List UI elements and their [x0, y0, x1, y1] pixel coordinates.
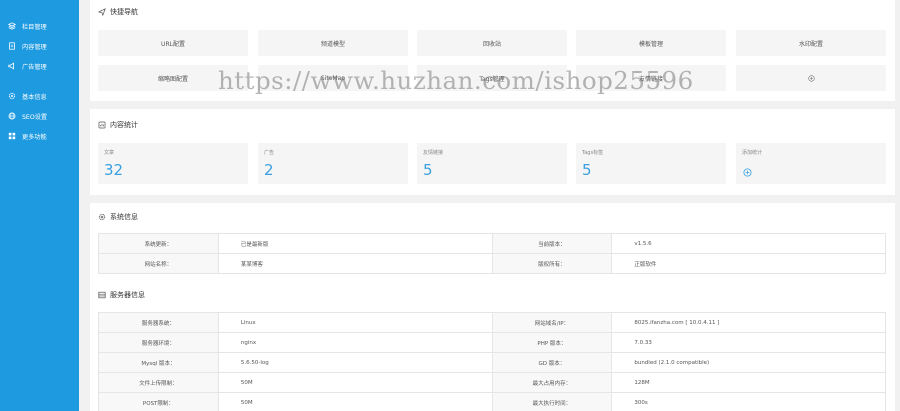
stat-label: 文章	[104, 150, 115, 156]
stat-value: 2	[264, 161, 274, 179]
stat-label: Tags标签	[582, 150, 604, 156]
grid-icon	[8, 132, 16, 140]
sidebar-item-ads[interactable]: 广告管理	[8, 60, 47, 72]
sidebar-item-basic-info[interactable]: 基本信息	[8, 90, 47, 102]
table-row: 系统更新： 已是最新版 当前版本： v1.5.6	[99, 234, 886, 254]
content-stats-title: 内容统计	[98, 119, 138, 131]
gear-icon	[8, 92, 16, 100]
stat-label: 友情链接	[423, 150, 444, 156]
system-info-table: 系统更新： 已是最新版 当前版本： v1.5.6 网站名称： 某某博客 版权所有…	[98, 233, 886, 274]
nav-button-template-manage[interactable]: 模板管理	[576, 30, 726, 56]
table-row: 网站名称： 某某博客 版权所有： 正版软件	[99, 254, 886, 274]
sidebar-item-columns[interactable]: 栏目管理	[8, 20, 47, 32]
watermark-text: https://www.huzhan.com/ishop25596	[218, 66, 694, 95]
stats-icon	[98, 121, 106, 129]
paper-plane-icon	[98, 8, 106, 16]
nav-button-channel-model[interactable]: 频道模型	[258, 30, 408, 56]
content-stats-panel: 内容统计 文章 32 广告 2 友情链接 5 Tags标签 5 添加统计	[90, 109, 895, 195]
server-icon	[98, 291, 106, 299]
ad-icon	[8, 62, 14, 70]
table-row: Mysql 版本： 5.6.50-log GD 版本： bundled (2.1…	[99, 353, 886, 373]
nav-button-url-config[interactable]: URL配置	[98, 30, 248, 56]
main-content: 快捷导航 URL配置 频道模型 回收站 模板管理 水印配置 缩略图配置 Site…	[90, 0, 895, 411]
sidebar: 栏目管理 内容管理 广告管理 基本信息 SEO设置 更多功能	[0, 0, 79, 411]
stat-card-add[interactable]: 添加统计	[736, 143, 886, 184]
stat-card-friend-links[interactable]: 友情链接 5	[417, 143, 567, 184]
plus-circle-icon	[743, 168, 752, 177]
document-icon	[9, 42, 15, 50]
sidebar-item-label: 广告管理	[22, 63, 47, 71]
server-info-title: 服务器信息	[98, 289, 145, 301]
sidebar-item-label: 内容管理	[22, 43, 47, 51]
nav-button-recycle-bin[interactable]: 回收站	[417, 30, 567, 56]
layers-icon	[8, 22, 16, 30]
stat-label: 广告	[264, 150, 275, 156]
stat-card-ads[interactable]: 广告 2	[258, 143, 408, 184]
quick-nav-title: 快捷导航	[98, 6, 138, 18]
table-row: 服务器系统： Linux 网站域名/IP： 8025.ifanzha.com […	[99, 313, 886, 333]
stat-card-articles[interactable]: 文章 32	[98, 143, 248, 184]
sidebar-item-label: 栏目管理	[22, 23, 47, 31]
server-info-table: 服务器系统： Linux 网站域名/IP： 8025.ifanzha.com […	[98, 312, 886, 411]
info-panel: 系统信息 系统更新： 已是最新版 当前版本： v1.5.6 网站名称： 某某博客…	[90, 203, 895, 411]
stat-value: 5	[582, 161, 592, 179]
globe-icon	[8, 112, 16, 120]
sidebar-item-seo[interactable]: SEO设置	[8, 110, 47, 122]
nav-button-add[interactable]	[736, 65, 886, 91]
sidebar-item-more[interactable]: 更多功能	[8, 130, 47, 142]
sidebar-item-label: SEO设置	[22, 113, 48, 121]
plus-circle-icon	[807, 74, 815, 82]
table-row: 服务器环境： nginx PHP 版本： 7.0.33	[99, 333, 886, 353]
table-row: POST限制： 50M 最大执行时间： 300s	[99, 393, 886, 411]
nav-button-watermark-config[interactable]: 水印配置	[736, 30, 886, 56]
stat-value: 5	[423, 161, 433, 179]
sidebar-item-content[interactable]: 内容管理	[8, 40, 47, 52]
stat-value: 32	[104, 161, 124, 179]
add-stat-label: 添加统计	[742, 150, 763, 156]
stat-card-tags[interactable]: Tags标签 5	[576, 143, 726, 184]
system-info-title: 系统信息	[98, 211, 138, 223]
table-row: 文件上传限制： 50M 最大占用内存： 128M	[99, 373, 886, 393]
gear-icon	[98, 213, 106, 221]
sidebar-item-label: 基本信息	[22, 93, 47, 101]
sidebar-item-label: 更多功能	[22, 133, 47, 141]
